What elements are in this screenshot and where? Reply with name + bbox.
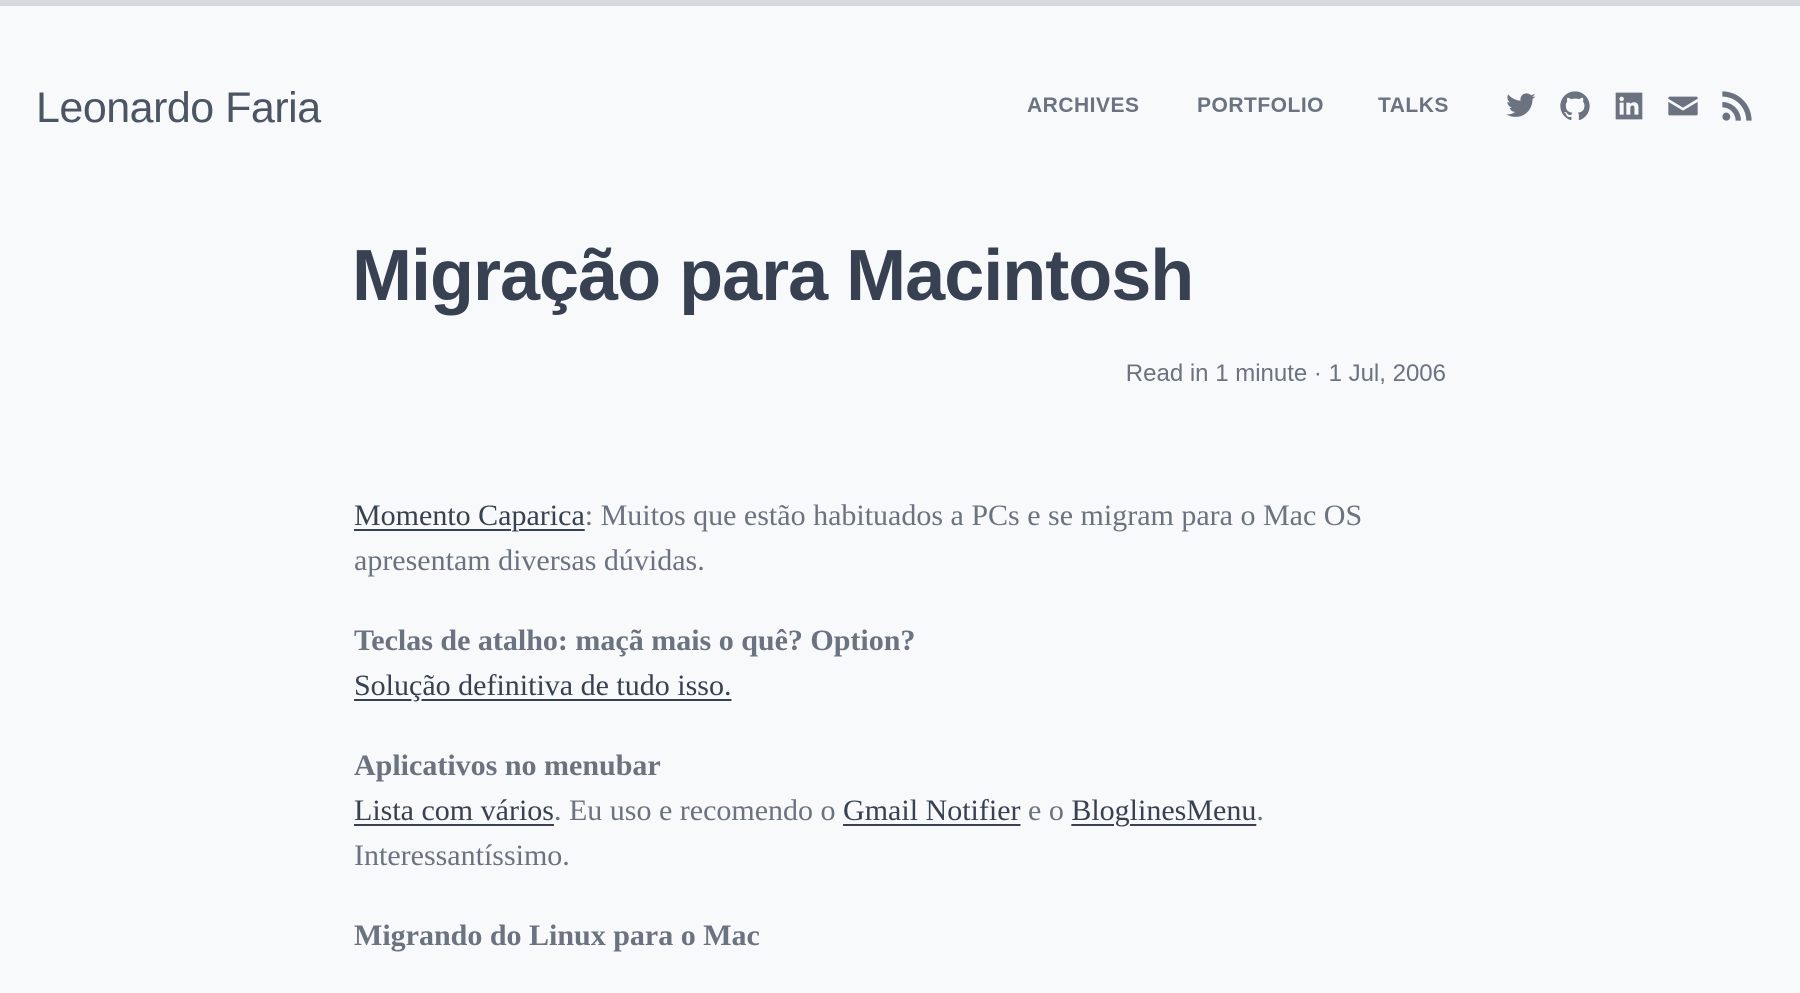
github-icon[interactable] (1559, 90, 1591, 122)
post-title: Migração para Macintosh (352, 236, 1194, 316)
link-momento-caparica[interactable]: Momento Caparica (354, 499, 585, 532)
paragraph-menubar: Aplicativos no menubar Lista com vários. … (354, 743, 1448, 878)
heading-linux-mac: Migrando do Linux para o Mac (354, 919, 760, 952)
nav-talks[interactable]: TALKS (1378, 92, 1449, 120)
link-lista-com-varios[interactable]: Lista com vários (354, 794, 554, 827)
twitter-icon[interactable] (1505, 90, 1537, 122)
site-title[interactable]: Leonardo Faria (36, 78, 321, 138)
post-meta: Read in 1 minute · 1 Jul, 2006 (1125, 360, 1446, 387)
link-bloglinesmenu[interactable]: BloglinesMenu (1071, 794, 1256, 827)
link-gmail-notifier[interactable]: Gmail Notifier (843, 794, 1020, 827)
link-solucao-definitiva[interactable]: Solução definitiva de tudo isso. (354, 669, 731, 702)
nav-archives[interactable]: ARCHIVES (1027, 92, 1140, 120)
paragraph-intro: Momento Caparica: Muitos que estão habit… (354, 493, 1448, 583)
post-content: Momento Caparica: Muitos que estão habit… (354, 493, 1448, 993)
menubar-text-2: e o (1020, 794, 1072, 827)
linkedin-icon[interactable] (1613, 90, 1645, 122)
top-border (0, 0, 1800, 6)
heading-shortcuts: Teclas de atalho: maçã mais o quê? Optio… (354, 624, 916, 657)
heading-menubar: Aplicativos no menubar (354, 749, 661, 782)
mail-icon[interactable] (1667, 90, 1699, 122)
rss-icon[interactable] (1721, 90, 1753, 122)
paragraph-shortcuts: Teclas de atalho: maçã mais o quê? Optio… (354, 618, 1448, 708)
paragraph-linux: Migrando do Linux para o Mac (354, 913, 1448, 958)
nav-portfolio[interactable]: PORTFOLIO (1197, 92, 1324, 120)
menubar-text-1: . Eu uso e recomendo o (553, 794, 844, 827)
